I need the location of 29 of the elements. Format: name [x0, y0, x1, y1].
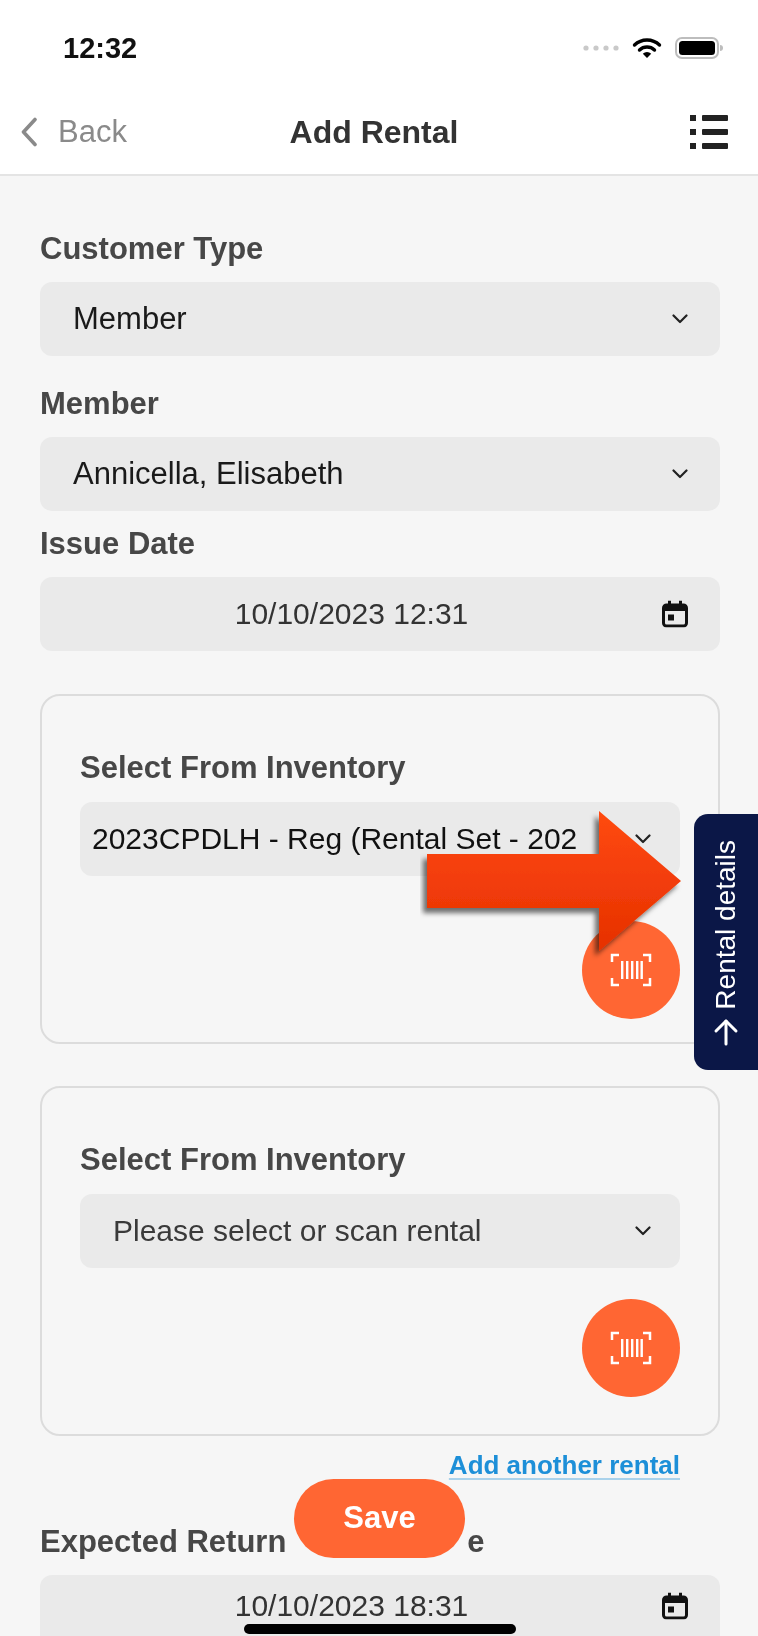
dropdown-field[interactable]: Annicella, Elisabeth: [40, 437, 720, 511]
calendar-icon: [662, 600, 688, 628]
label-fragment: e: [467, 1523, 485, 1560]
field-label: Select From Inventory: [80, 749, 407, 786]
chevron-down-icon: [635, 834, 651, 844]
battery-icon: [675, 37, 723, 59]
field-label: Expected Return: [40, 1523, 287, 1560]
barcode-scan-icon: [609, 953, 653, 987]
barcode-scan-icon: [609, 1331, 653, 1365]
field-label: Select From Inventory: [80, 1141, 407, 1178]
field-label: Issue Date: [40, 525, 197, 562]
date-field[interactable]: 10/10/2023 12:31: [40, 577, 720, 651]
date-field[interactable]: 10/10/2023 18:31: [40, 1575, 720, 1636]
status-time: 12:32: [63, 33, 138, 63]
calendar-icon: [662, 1592, 688, 1620]
wifi-icon: [632, 37, 662, 59]
field-label: Member: [40, 385, 160, 422]
signal-icon: [583, 45, 619, 51]
field-label: Customer Type: [40, 230, 265, 267]
dropdown-field[interactable]: Member: [40, 282, 720, 356]
page-title: Add Rental: [289, 112, 459, 152]
rental-details-tab[interactable]: Rental details: [694, 814, 758, 1070]
chevron-down-icon: [672, 469, 688, 479]
chevron-down-icon: [672, 314, 688, 324]
dropdown-field[interactable]: Please select or scan rental: [80, 1194, 680, 1268]
list-icon[interactable]: [690, 115, 728, 149]
chevron-down-icon: [635, 1226, 651, 1236]
arrow-up-icon: [713, 1018, 739, 1046]
chevron-left-icon: [20, 117, 38, 147]
